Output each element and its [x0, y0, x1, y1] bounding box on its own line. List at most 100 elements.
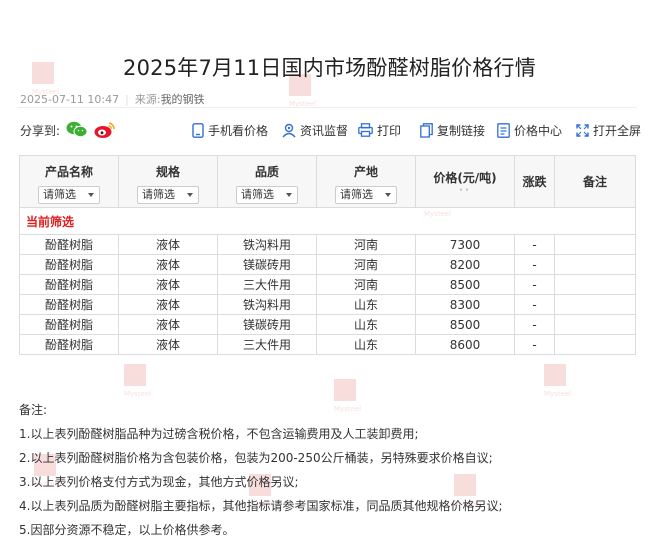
mobile-price-label: 手机看价格 — [208, 123, 269, 138]
fullscreen-label: 打开全屏 — [593, 123, 642, 138]
cell-origin: 山东 — [316, 294, 416, 315]
table-row: 酚醛树脂 液体 铁沟料用 河南 7300- — [19, 234, 636, 255]
cell-product: 酚醛树脂 — [19, 294, 119, 315]
table-row: 酚醛树脂 液体 镁碳砖用 山东 8500- — [19, 314, 636, 335]
publish-datetime: 2025-07-11 10:47 — [20, 93, 120, 106]
notes-section: 备注: 1.以上表列酚醛树脂品种为过磅含税价格，不包含运输费用及人工装卸费用; … — [19, 398, 503, 542]
source-name: 我的钢铁 — [160, 93, 205, 106]
cell-spec: 液体 — [118, 274, 218, 295]
note-item: 2.以上表列酚醛树脂价格为含包装价格，包装为200-250公斤桶装，另特殊要求价… — [19, 451, 493, 465]
notes-heading: 备注: — [19, 403, 48, 417]
cell-remark — [554, 314, 636, 335]
cell-change: - — [514, 294, 555, 315]
filter-label: 请筛选 — [241, 188, 274, 201]
print-label: 打印 — [377, 123, 402, 138]
cell-change: - — [514, 274, 555, 295]
header-label: 品质 — [254, 165, 279, 179]
price-center-label: 价格中心 — [514, 123, 563, 138]
cell-price: 8500 — [415, 314, 515, 335]
share-toolbar: 分享到: 手机看价格 资讯监督 打印 复制链接 价格中心 打开全屏 — [18, 120, 642, 140]
news-supervise-button[interactable]: 资讯监督 — [282, 121, 348, 139]
fullscreen-button[interactable]: 打开全屏 — [576, 121, 641, 139]
cell-price: 8300 — [415, 294, 515, 315]
header-origin: 产地 请筛选 — [316, 155, 416, 208]
cell-remark — [554, 254, 636, 275]
svg-text:Mysteel: Mysteel — [544, 390, 571, 398]
weibo-icon[interactable] — [94, 121, 116, 139]
cell-change: - — [514, 234, 555, 255]
cell-quality: 三大件用 — [217, 274, 317, 295]
header-label: 产品名称 — [44, 165, 93, 179]
header-label: 规格 — [155, 165, 180, 179]
cell-remark — [554, 234, 636, 255]
filter-origin[interactable]: 请筛选 — [335, 186, 397, 204]
cell-origin: 山东 — [316, 334, 416, 355]
header-change: 涨跌 — [514, 155, 555, 208]
mobile-icon — [192, 122, 204, 138]
price-center-icon — [497, 122, 510, 138]
cell-spec: 液体 — [118, 314, 218, 335]
price-table: 产品名称 请筛选 规格 请筛选 品质 请筛选 产地 请筛选 价格(元/吨) ••… — [19, 155, 636, 355]
header-spec: 规格 请筛选 — [118, 155, 218, 208]
share-label: 分享到: — [20, 124, 61, 138]
cell-spec: 液体 — [118, 254, 218, 275]
cell-price: 8600 — [415, 334, 515, 355]
cell-quality: 三大件用 — [217, 334, 317, 355]
chevron-down-icon — [385, 193, 391, 197]
filter-spec[interactable]: 请筛选 — [137, 186, 199, 204]
filter-quality[interactable]: 请筛选 — [236, 186, 298, 204]
page-title: 2025年7月11日国内市场酚醛树脂价格行情 — [123, 56, 536, 80]
watermark-logo: Mysteel — [124, 364, 151, 398]
cell-change: - — [514, 254, 555, 275]
chevron-down-icon — [88, 193, 94, 197]
fullscreen-icon — [576, 123, 589, 137]
cell-remark — [554, 294, 636, 315]
cell-origin: 河南 — [316, 234, 416, 255]
cell-product: 酚醛树脂 — [19, 274, 119, 295]
cell-quality: 铁沟料用 — [217, 294, 317, 315]
cell-origin: 河南 — [316, 254, 416, 275]
print-icon — [358, 123, 373, 137]
copy-link-label: 复制链接 — [437, 123, 486, 138]
cell-product: 酚醛树脂 — [19, 234, 119, 255]
cell-remark — [554, 334, 636, 355]
header-price[interactable]: 价格(元/吨) •• — [415, 155, 515, 208]
mobile-price-button[interactable]: 手机看价格 — [192, 121, 268, 139]
table-row: 酚醛树脂 液体 铁沟料用 山东 8300- — [19, 294, 636, 315]
note-item: 1.以上表列酚醛树脂品种为过磅含税价格，不包含运输费用及人工装卸费用; — [19, 427, 419, 441]
cell-quality: 镁碳砖用 — [217, 314, 317, 335]
filter-product-name[interactable]: 请筛选 — [38, 186, 100, 204]
cell-price: 8500 — [415, 274, 515, 295]
note-item: 3.以上表列价格支付方式为现金，其他方式价格另议; — [19, 475, 299, 489]
filter-label: 请筛选 — [142, 188, 175, 201]
cell-remark — [554, 274, 636, 295]
wechat-icon[interactable] — [66, 121, 88, 138]
cell-origin: 山东 — [316, 314, 416, 335]
table-header-row: 产品名称 请筛选 规格 请筛选 品质 请筛选 产地 请筛选 价格(元/吨) ••… — [19, 155, 636, 208]
cell-spec: 液体 — [118, 234, 218, 255]
cell-price: 8200 — [415, 254, 515, 275]
current-filter-row: 当前筛选 — [19, 207, 636, 235]
note-item: 5.因部分资源不稳定，以上价格供参考。 — [19, 523, 235, 537]
supervise-icon — [282, 123, 296, 137]
cell-spec: 液体 — [118, 334, 218, 355]
cell-change: - — [514, 314, 555, 335]
table-row: 酚醛树脂 液体 镁碳砖用 河南 8200- — [19, 254, 636, 275]
cell-price: 7300 — [415, 234, 515, 255]
price-center-button[interactable]: 价格中心 — [497, 121, 562, 139]
copy-link-button[interactable]: 复制链接 — [420, 121, 485, 139]
header-remark: 备注 — [554, 155, 636, 208]
cell-change: - — [514, 334, 555, 355]
print-button[interactable]: 打印 — [358, 121, 401, 139]
header-quality: 品质 请筛选 — [217, 155, 317, 208]
divider — [18, 107, 637, 108]
cell-quality: 铁沟料用 — [217, 234, 317, 255]
header-label: 产地 — [353, 165, 378, 179]
svg-text:Mysteel: Mysteel — [124, 390, 151, 398]
sort-icon[interactable]: •• — [416, 188, 514, 194]
chevron-down-icon — [187, 193, 193, 197]
cell-product: 酚醛树脂 — [19, 254, 119, 275]
cell-product: 酚醛树脂 — [19, 314, 119, 335]
news-supervise-label: 资讯监督 — [300, 123, 349, 138]
source-label: 来源: — [134, 93, 161, 106]
